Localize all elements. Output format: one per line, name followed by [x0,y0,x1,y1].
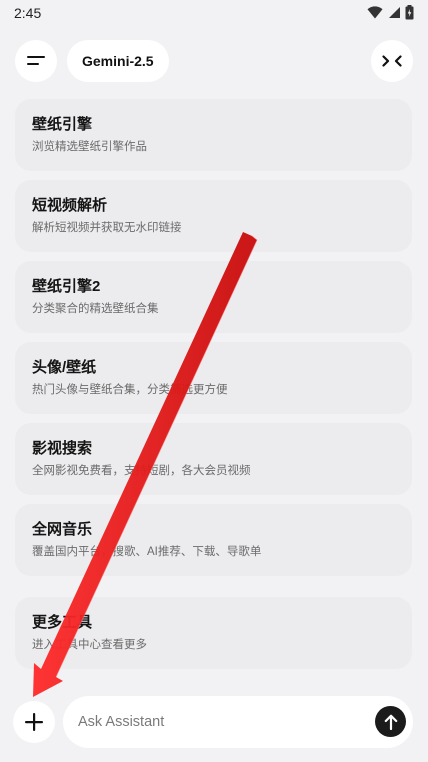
tool-desc: 分类聚合的精选壁纸合集 [32,303,159,315]
tool-title: 更多工具 [32,614,93,631]
tool-title: 全网音乐 [32,521,93,538]
tool-title: 壁纸引擎 [32,116,93,133]
tool-card-short-video-parser[interactable]: 短视频解析 解析短视频并获取无水印链接 [15,180,412,252]
top-bar: Gemini-2.5 [0,38,428,82]
arrow-up-icon [384,714,397,730]
ask-input[interactable] [78,696,358,748]
collapse-icon [382,55,402,67]
tool-desc: 覆盖国内平台，搜歌、AI推荐、下载、导歌单 [32,546,262,558]
tool-title: 影视搜索 [32,440,93,457]
tool-title: 短视频解析 [32,197,108,214]
tool-desc: 解析短视频并获取无水印链接 [32,222,182,234]
tool-card-wallpaper-engine[interactable]: 壁纸引擎 浏览精选壁纸引擎作品 [15,99,412,171]
tool-desc: 浏览精选壁纸引擎作品 [32,141,147,153]
plus-icon [25,713,43,731]
add-button[interactable] [13,701,55,743]
send-button[interactable] [375,706,406,737]
menu-icon [27,56,45,65]
wifi-icon [367,6,383,19]
app-screen: 2:45 Gemini-2.5 壁纸引擎 浏览精选壁纸引擎作品 短视频解析 解析… [0,0,428,762]
composer [63,696,413,748]
model-name: Gemini-2.5 [82,53,154,69]
status-time: 2:45 [14,5,42,21]
battery-icon [405,5,414,20]
tool-desc: 热门头像与壁纸合集，分类筛选更方便 [32,384,228,396]
model-selector[interactable]: Gemini-2.5 [67,40,169,82]
tool-title: 壁纸引擎2 [32,278,101,295]
tool-card-avatar-wallpaper[interactable]: 头像/壁纸 热门头像与壁纸合集，分类筛选更方便 [15,342,412,414]
tool-desc: 进入工具中心查看更多 [32,639,147,651]
menu-button[interactable] [15,40,57,82]
collapse-button[interactable] [371,40,413,82]
tool-desc: 全网影视免费看，支持短剧，各大会员视频 [32,465,251,477]
tool-title: 头像/壁纸 [32,359,97,376]
tool-card-music[interactable]: 全网音乐 覆盖国内平台，搜歌、AI推荐、下载、导歌单 [15,504,412,576]
tool-card-more-tools[interactable]: 更多工具 进入工具中心查看更多 [15,597,412,669]
status-icons [367,5,414,20]
tool-card-video-search[interactable]: 影视搜索 全网影视免费看，支持短剧，各大会员视频 [15,423,412,495]
status-bar: 2:45 [0,0,428,26]
tool-card-wallpaper-engine-2[interactable]: 壁纸引擎2 分类聚合的精选壁纸合集 [15,261,412,333]
signal-icon [389,7,400,18]
